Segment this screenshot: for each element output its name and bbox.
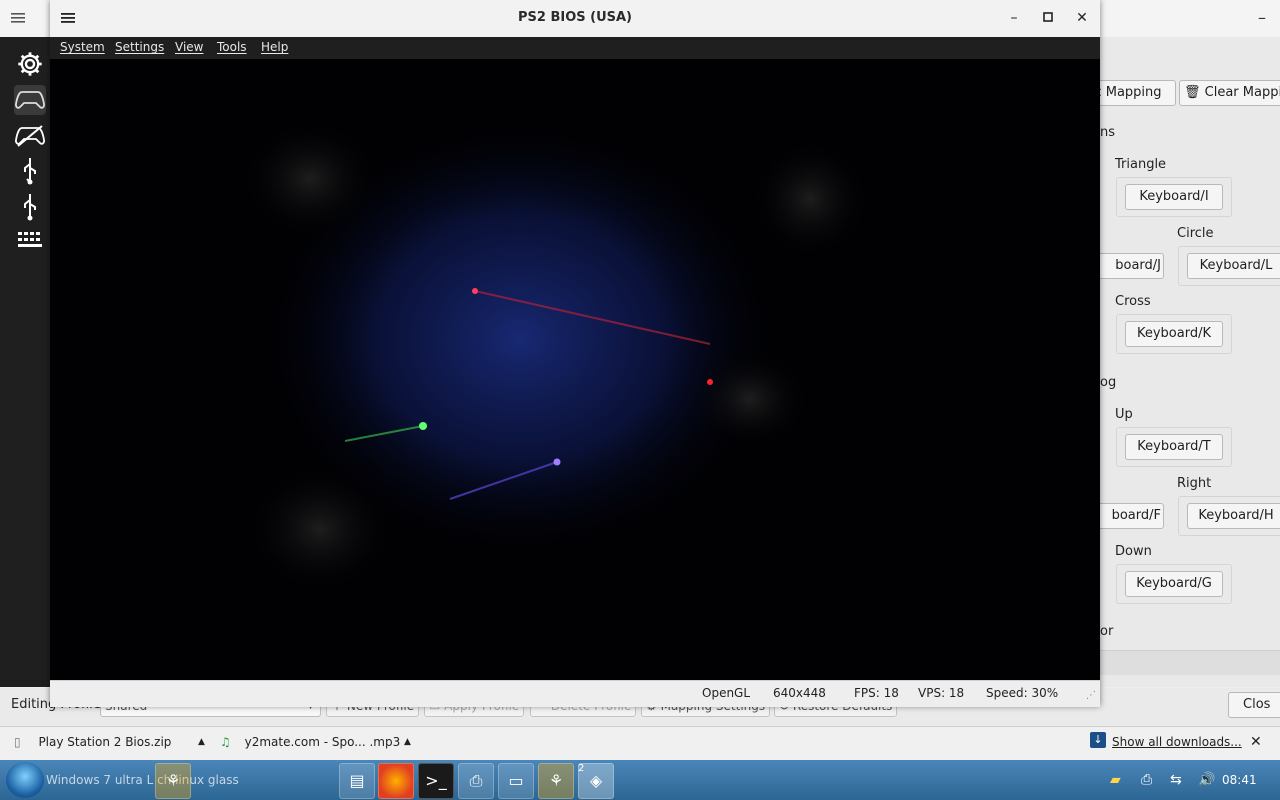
printer-tray-icon[interactable]: ⎙ bbox=[1141, 772, 1152, 788]
binding-triangle-button[interactable]: Keyboard/I bbox=[1125, 184, 1223, 210]
terminal-icon[interactable]: >_ bbox=[418, 763, 454, 799]
group-title-motor: or bbox=[1100, 624, 1114, 639]
settings-sidebar bbox=[0, 37, 50, 687]
close-label: Clos bbox=[1243, 697, 1271, 712]
menu-view[interactable]: View bbox=[175, 40, 203, 54]
file-cabinet-icon[interactable]: ▤ bbox=[339, 763, 375, 799]
menu-tools[interactable]: Tools bbox=[217, 40, 247, 54]
binding-right-button[interactable]: Keyboard/H bbox=[1187, 503, 1280, 529]
volume-icon[interactable]: 🔊 bbox=[1198, 772, 1215, 788]
bios-animation bbox=[240, 119, 870, 594]
status-vps: VPS: 18 bbox=[918, 686, 965, 700]
clock: 08:41 bbox=[1222, 773, 1257, 787]
label-triangle: Triangle bbox=[1115, 157, 1167, 172]
trash-icon: 🗑 bbox=[1184, 85, 1201, 100]
status-renderer: OpenGL bbox=[702, 686, 751, 700]
usb-icon[interactable] bbox=[14, 193, 46, 223]
close-icon[interactable]: ✕ bbox=[1250, 730, 1262, 754]
printer-icon[interactable]: ⎙ bbox=[458, 763, 494, 799]
maximize-icon[interactable] bbox=[1038, 8, 1058, 28]
download-item-name: y2mate.com - Spo... .mp3 bbox=[244, 735, 401, 749]
window-count-badge: 2 bbox=[578, 763, 585, 774]
label-up: Up bbox=[1115, 407, 1133, 422]
automatic-mapping-label: c Mapping bbox=[1094, 85, 1162, 100]
close-button[interactable]: Clos bbox=[1228, 692, 1280, 718]
binding-cross-button[interactable]: Keyboard/K bbox=[1125, 321, 1223, 347]
network-icon[interactable]: ⇆ bbox=[1170, 772, 1182, 788]
taskbar-search-label: Windows 7 ultra L ch linux glass bbox=[46, 773, 239, 787]
clear-mapping-label: Clear Mapping bbox=[1204, 85, 1280, 100]
menu-help[interactable]: Help bbox=[261, 40, 288, 54]
chevron-up-icon[interactable]: ▲ bbox=[404, 730, 411, 754]
download-item[interactable]: ▯ Play Station 2 Bios.zip ▲ bbox=[14, 730, 210, 754]
gamepad-icon[interactable] bbox=[14, 85, 46, 115]
minimize-icon[interactable]: – bbox=[1258, 8, 1272, 28]
zip-file-icon: ▯ bbox=[14, 735, 21, 749]
status-fps: FPS: 18 bbox=[854, 686, 899, 700]
app-launcher-icon[interactable]: ⚘ bbox=[155, 763, 191, 799]
download-icon: ↓ bbox=[1090, 732, 1106, 748]
music-file-icon: ♫ bbox=[220, 735, 231, 749]
status-speed: Speed: 30% bbox=[986, 686, 1059, 700]
pcsx2-window: PS2 BIOS (USA) – ✕ System Settings View … bbox=[50, 0, 1100, 707]
menu-system[interactable]: System bbox=[60, 40, 105, 54]
label-right: Right bbox=[1177, 476, 1212, 491]
minimize-icon[interactable]: – bbox=[1004, 8, 1024, 28]
binding-circle-button[interactable]: Keyboard/L bbox=[1187, 253, 1280, 279]
group-title-buttons: ns bbox=[1100, 125, 1116, 140]
usb-icon[interactable] bbox=[14, 157, 46, 187]
resize-grip-icon[interactable]: ⋰ bbox=[1086, 690, 1096, 701]
download-item[interactable]: ♫ y2mate.com - Spo... .mp3 ▲ bbox=[220, 730, 416, 754]
game-display[interactable] bbox=[50, 59, 1100, 680]
notes-icon[interactable]: ▰ bbox=[1110, 772, 1121, 788]
binding-up-button[interactable]: Keyboard/T bbox=[1125, 434, 1223, 460]
menu-settings[interactable]: Settings bbox=[115, 40, 164, 54]
start-orb-icon[interactable] bbox=[6, 762, 44, 798]
gamepad-disabled-icon[interactable] bbox=[14, 121, 46, 151]
label-circle: Circle bbox=[1177, 226, 1214, 241]
window-title: PS2 BIOS (USA) bbox=[517, 10, 632, 25]
group-title-analog: og bbox=[1100, 375, 1117, 390]
close-icon[interactable]: ✕ bbox=[1072, 8, 1092, 28]
download-item-name: Play Station 2 Bios.zip bbox=[38, 735, 172, 749]
clear-mapping-button[interactable]: 🗑 Clear Mapping bbox=[1179, 80, 1280, 106]
firefox-icon[interactable] bbox=[378, 763, 414, 799]
hamburger-menu-icon[interactable] bbox=[8, 8, 28, 28]
menubar bbox=[50, 37, 1100, 59]
label-cross: Cross bbox=[1115, 294, 1151, 309]
binding-down-button[interactable]: Keyboard/G bbox=[1125, 571, 1223, 597]
show-all-downloads-link[interactable]: Show all downloads... bbox=[1112, 730, 1242, 754]
keyboard-icon[interactable] bbox=[14, 229, 46, 259]
gear-icon[interactable] bbox=[14, 49, 46, 79]
status-resolution: 640x448 bbox=[773, 686, 826, 700]
app-launcher-icon[interactable]: ⚘ bbox=[538, 763, 574, 799]
horizontal-scrollbar[interactable] bbox=[1100, 650, 1280, 675]
label-down: Down bbox=[1115, 544, 1152, 559]
file-manager-icon[interactable]: ▭ bbox=[498, 763, 534, 799]
chevron-up-icon[interactable]: ▲ bbox=[198, 730, 205, 754]
